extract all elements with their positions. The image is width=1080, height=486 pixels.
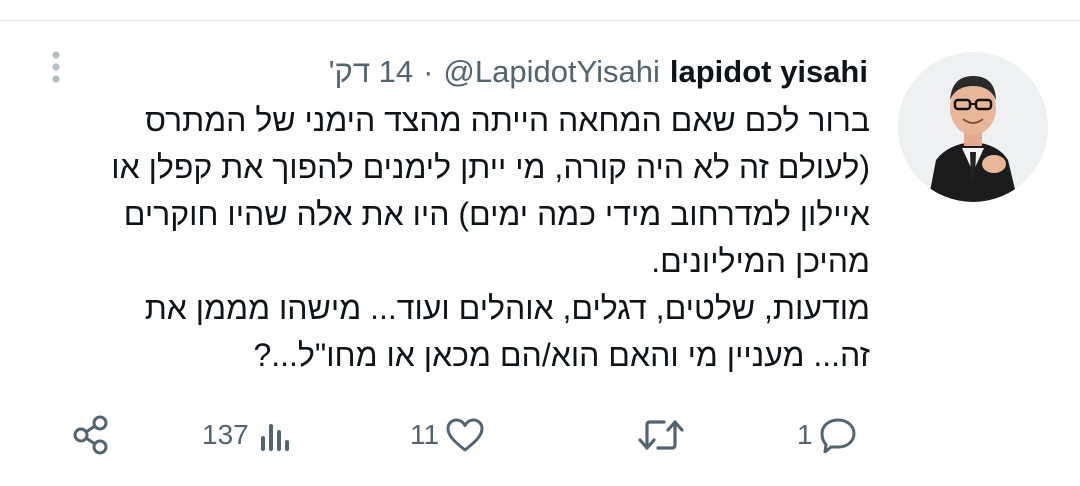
like-button[interactable]: 11 [410,415,485,455]
heart-icon [445,417,485,453]
author-name[interactable]: lapidot yisahi [670,54,868,90]
share-icon [70,414,112,456]
retweet-button[interactable] [630,415,686,455]
tweet-text: ברור לכם שאם המחאה הייתה מהצד הימני של ה… [60,97,870,379]
more-vertical-icon[interactable] [44,50,68,84]
views-button[interactable]: 137 [202,415,293,455]
like-count: 11 [410,419,440,450]
author-handle[interactable]: @LapidotYisahi [443,54,659,90]
tweet-text-line: ברור לכם שאם המחאה הייתה מהצד הימני של ה… [144,102,870,138]
top-divider [0,20,1080,21]
tweet-header: lapidot yisahi @LapidotYisahi · 14 דק' [329,50,868,94]
profile-photo [898,52,1048,202]
tweet-timestamp[interactable]: 14 דק' [329,54,413,90]
tweet-text-line: זה... מעניין מי והאם הוא/הם מכאן או מחו"… [253,337,870,373]
tweet-text-line: מודעות, שלטים, דגלים, אוהלים ועוד... מיש… [144,290,870,326]
tweet-text-line: (לעולם זה לא היה קורה, מי ייתן לימנים לה… [111,149,870,185]
share-button[interactable] [70,415,112,455]
tweet-text-line: איילון למדרחוב מידי כמה ימים) היו את אלה… [123,196,870,232]
tweet-text-line: מהיכן המיליונים. [651,243,870,279]
separator-dot: · [423,54,434,89]
reply-count: 1 [797,419,813,450]
views-count: 137 [202,419,249,450]
comment-icon [819,417,857,453]
tweet-actions: 1 11 137 [0,405,1080,465]
reply-button[interactable]: 1 [797,415,857,455]
retweet-icon [636,416,686,454]
analytics-icon [255,416,293,454]
avatar[interactable] [898,52,1048,202]
